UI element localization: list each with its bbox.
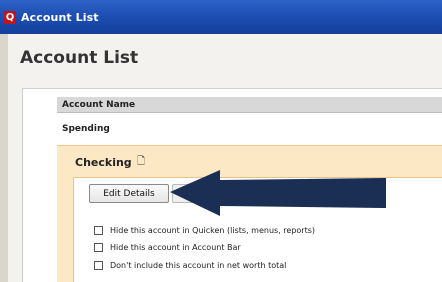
checkbox[interactable] [94,226,103,235]
left-gutter [0,88,22,282]
option-label: Hide this account in Account Bar [110,243,241,252]
document-icon: 🗋 [137,156,146,167]
pointer-arrow-icon [170,170,386,216]
page-title: Account List [20,48,139,68]
option-hide-in-account-bar[interactable]: Hide this account in Account Bar [94,243,241,252]
option-exclude-net-worth[interactable]: Don't include this account in net worth … [94,261,286,270]
checkbox[interactable] [94,261,103,270]
option-label: Hide this account in Quicken (lists, men… [110,226,315,235]
group-spending[interactable]: Spending [62,124,110,134]
window-title: Account List [21,10,99,24]
edit-details-button[interactable]: Edit Details [89,184,169,203]
option-label: Don't include this account in net worth … [110,261,287,270]
quicken-app-icon: Q [4,10,16,24]
account-name-column-label: Account Name [62,100,136,110]
checking-account-name[interactable]: Checking [75,156,132,169]
checkbox[interactable] [94,243,103,252]
option-hide-in-quicken[interactable]: Hide this account in Quicken (lists, men… [94,226,315,235]
window-titlebar: Q Account List [0,0,442,34]
